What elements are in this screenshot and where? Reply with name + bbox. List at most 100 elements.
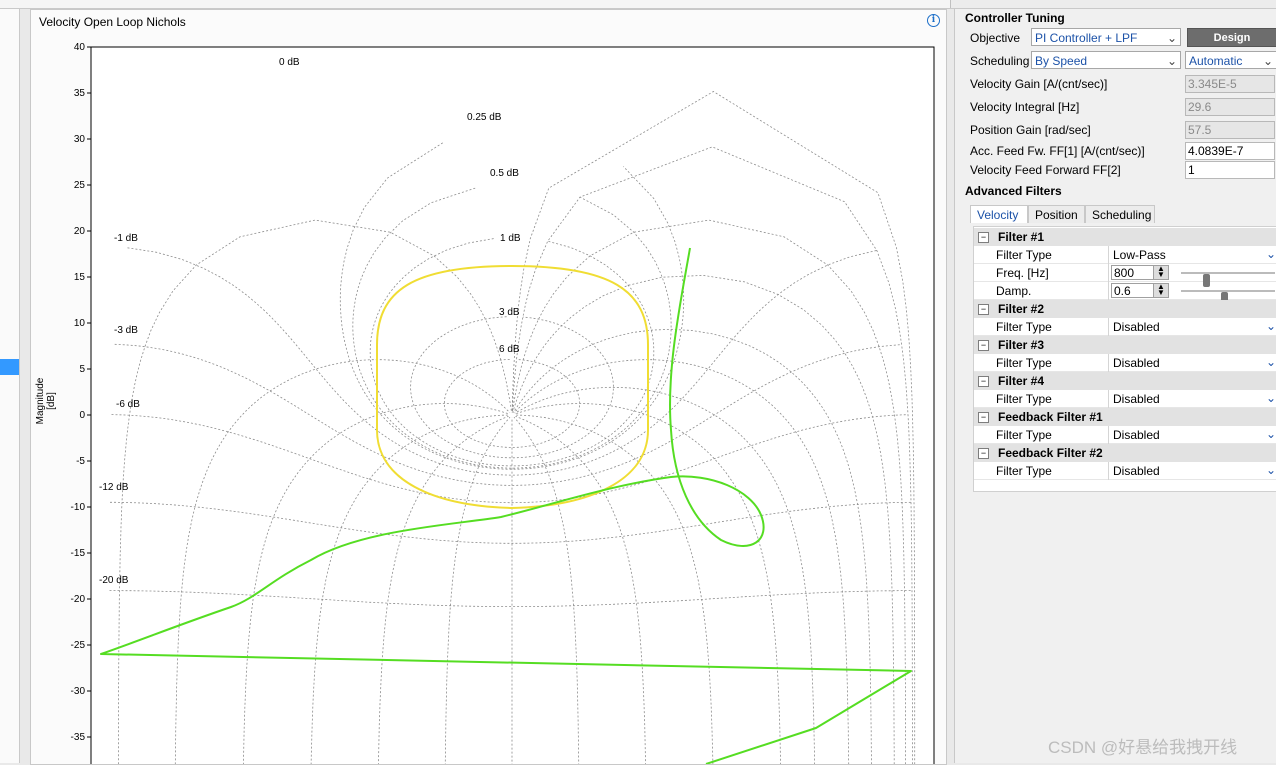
objective-value: PI Controller + LPF	[1035, 31, 1138, 45]
filter-type-select[interactable]: Disabled ⌄	[1108, 462, 1276, 480]
nichols-chart: 40 35 30 25 20 15 10 5 0 -5 -10 -15 -20 -25 -30 -35 0 d…	[71, 42, 935, 764]
filter-group-name: Filter #3	[998, 338, 1045, 352]
spin-updown-icon[interactable]: ▲ ▼	[1153, 265, 1168, 279]
collapse-icon[interactable]: −	[978, 304, 989, 315]
scheduling-select[interactable]: By Speed ⌄	[1031, 51, 1181, 69]
filter1-damp-row: Damp. 0.6 ▲ ▼	[974, 282, 1276, 305]
contour-label: 0 dB	[279, 57, 300, 68]
collapse-icon[interactable]: −	[978, 232, 989, 243]
chevron-down-icon: ⌄	[1265, 427, 1276, 441]
fb2-type-row[interactable]: Filter Type Disabled ⌄	[974, 462, 1276, 480]
tab-scheduling[interactable]: Scheduling	[1085, 205, 1155, 223]
contour-label: 0.25 dB	[467, 112, 502, 123]
acc-feed-forward-label: Acc. Feed Fw. FF[1] [A/(cnt/sec)]	[970, 144, 1145, 158]
filter-type-value: Disabled	[1113, 464, 1160, 478]
filter4-type-row[interactable]: Filter Type Disabled ⌄	[974, 390, 1276, 408]
filter-type-select[interactable]: Low-Pass ⌄	[1108, 246, 1276, 264]
y-tick-label: -10	[71, 502, 86, 513]
chevron-down-icon: ⌄	[1265, 319, 1276, 333]
contour-label: 0.5 dB	[490, 168, 519, 179]
scheduling-value: By Speed	[1035, 54, 1088, 68]
filter-type-value: Disabled	[1113, 320, 1160, 334]
velocity-integral-label: Velocity Integral [Hz]	[970, 100, 1080, 114]
freq-slider[interactable]	[1181, 272, 1275, 287]
contour-label: 6 dB	[499, 344, 520, 355]
velocity-integral-field[interactable]: 29.6	[1185, 98, 1275, 116]
fb1-type-row[interactable]: Filter Type Disabled ⌄	[974, 426, 1276, 444]
contour-label: 1 dB	[500, 233, 521, 244]
collapse-icon[interactable]: −	[978, 340, 989, 351]
contour-label: -3 dB	[114, 325, 138, 336]
filter-type-select[interactable]: Disabled ⌄	[1108, 318, 1276, 336]
scheduling-label: Scheduling	[970, 54, 1030, 68]
freq-value: 800	[1114, 266, 1135, 280]
filter-type-label: Filter Type	[996, 320, 1052, 334]
top-tab-strip	[0, 0, 951, 8]
chevron-down-icon: ⌄	[1262, 54, 1273, 68]
filter-type-value: Disabled	[1113, 428, 1160, 442]
filter-type-value: Low-Pass	[1113, 248, 1166, 262]
damp-slider[interactable]	[1181, 290, 1275, 305]
freq-spinbox[interactable]: 800 ▲ ▼	[1111, 265, 1169, 280]
filter-type-value: Disabled	[1113, 356, 1160, 370]
velocity-feed-forward-field[interactable]: 1	[1185, 161, 1275, 179]
y-tick-label: -30	[71, 686, 86, 697]
filter-group-name: Feedback Filter #1	[998, 410, 1103, 424]
filter-type-select[interactable]: Disabled ⌄	[1108, 354, 1276, 372]
y-tick-label: 20	[74, 226, 86, 237]
y-tick-label: -25	[71, 640, 86, 651]
filter-type-select[interactable]: Disabled ⌄	[1108, 390, 1276, 408]
filter3-type-row[interactable]: Filter Type Disabled ⌄	[974, 354, 1276, 372]
filter-type-label: Filter Type	[996, 464, 1052, 478]
feedback-filter-group-1[interactable]: − Feedback Filter #1	[974, 408, 1276, 426]
scheduling-mode-value: Automatic	[1189, 54, 1243, 68]
filter-group-4[interactable]: − Filter #4	[974, 372, 1276, 390]
nichols-plot-panel: Velocity Open Loop Nichols i Magnitude […	[30, 9, 947, 765]
filter-group-name: Filter #2	[998, 302, 1045, 316]
watermark: CSDN @好悬给我拽开线	[1048, 738, 1238, 757]
filter-group-2[interactable]: − Filter #2	[974, 300, 1276, 318]
design-button[interactable]: Design	[1187, 28, 1276, 47]
filter-group-1[interactable]: − Filter #1	[974, 228, 1276, 246]
y-tick-label: -35	[71, 732, 86, 743]
position-gain-field[interactable]: 57.5	[1185, 121, 1275, 139]
damp-spinbox[interactable]: 0.6 ▲ ▼	[1111, 283, 1169, 298]
acc-feed-forward-field[interactable]: 4.0839E-7	[1185, 142, 1275, 160]
contour-label: -6 dB	[116, 399, 140, 410]
tab-position[interactable]: Position	[1028, 205, 1085, 223]
y-tick-label: 35	[74, 88, 86, 99]
filter-group-3[interactable]: − Filter #3	[974, 336, 1276, 354]
filter1-freq-row: Freq. [Hz] 800 ▲ ▼	[974, 264, 1276, 287]
velocity-feed-forward-label: Velocity Feed Forward FF[2]	[970, 163, 1121, 177]
y-tick-label: -5	[76, 456, 85, 467]
controller-tuning-title: Controller Tuning	[965, 11, 1065, 25]
filter-property-grid: − Filter #1 Filter Type Low-Pass ⌄ Freq.…	[973, 226, 1276, 492]
objective-label: Objective	[970, 31, 1021, 45]
collapse-icon[interactable]: −	[978, 412, 989, 423]
y-tick-label: 5	[79, 364, 85, 375]
left-nav-selected-item[interactable]	[0, 359, 19, 375]
damp-value: 0.6	[1114, 284, 1131, 298]
filter2-type-row[interactable]: Filter Type Disabled ⌄	[974, 318, 1276, 336]
spin-updown-icon[interactable]: ▲ ▼	[1153, 283, 1168, 297]
contour-label: 3 dB	[499, 307, 520, 318]
filter-type-select[interactable]: Disabled ⌄	[1108, 426, 1276, 444]
tab-velocity[interactable]: Velocity	[970, 205, 1028, 223]
chevron-down-icon: ⌄	[1265, 463, 1276, 477]
y-tick-label: 25	[74, 180, 86, 191]
scheduling-mode-select[interactable]: Automatic ⌄	[1185, 51, 1276, 69]
filter-type-label: Filter Type	[996, 356, 1052, 370]
advanced-filters-title: Advanced Filters	[965, 184, 1062, 198]
filter-type-label: Filter Type	[996, 392, 1052, 406]
freq-label: Freq. [Hz]	[996, 266, 1049, 280]
objective-select[interactable]: PI Controller + LPF ⌄	[1031, 28, 1181, 46]
y-tick-label: 10	[74, 318, 86, 329]
collapse-icon[interactable]: −	[978, 376, 989, 387]
velocity-gain-field[interactable]: 3.345E-5	[1185, 75, 1275, 93]
position-gain-label: Position Gain [rad/sec]	[970, 123, 1091, 137]
collapse-icon[interactable]: −	[978, 448, 989, 459]
damp-label: Damp.	[996, 284, 1032, 298]
feedback-filter-group-2[interactable]: − Feedback Filter #2	[974, 444, 1276, 462]
chevron-down-icon: ⌄	[1166, 31, 1177, 45]
filter1-type-row[interactable]: Filter Type Low-Pass ⌄	[974, 246, 1276, 264]
